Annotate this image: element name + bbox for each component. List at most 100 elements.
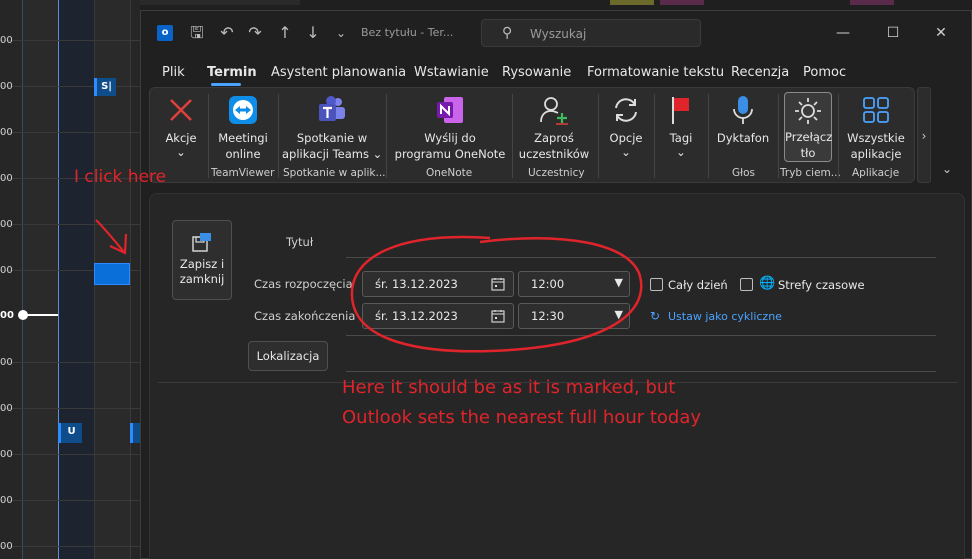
refresh-icon: [615, 98, 637, 122]
hour-label: 00: [0, 127, 13, 138]
title-bar: o 🖫 ↶ ↷ ↑ ↓ ⌄ Bez tytułu - Ter... ⚲ Wysz…: [141, 11, 972, 55]
hour-label: 00: [0, 449, 13, 460]
ribbon-scroll-right-icon[interactable]: ›: [917, 87, 931, 183]
options-button[interactable]: Opcje ⌄: [602, 94, 650, 160]
tab-plik[interactable]: Plik: [162, 65, 185, 80]
current-time-dot: [18, 310, 28, 320]
minimize-button[interactable]: —: [831, 21, 855, 45]
tab-asystent-planowania[interactable]: Asystent planowania: [271, 65, 406, 80]
onenote-icon: [437, 97, 463, 123]
group-label-teamviewer: TeamViewer: [211, 167, 275, 179]
dictate-label: Dyktafon: [716, 131, 770, 145]
tab-pomoc[interactable]: Pomoc: [803, 65, 846, 80]
sun-icon: [795, 98, 821, 124]
customize-toolbar-icon[interactable]: ⌄: [331, 23, 351, 43]
send-to-onenote-label2: programu OneNote: [394, 147, 506, 161]
dictate-button[interactable]: Dyktafon: [712, 94, 774, 146]
background-window-edge: [140, 0, 300, 5]
switch-background-button[interactable]: Przełącz tło: [784, 92, 832, 162]
selected-time-slot[interactable]: [94, 263, 130, 285]
group-label-apps: Aplikacje: [852, 167, 900, 179]
hour-gridline: [0, 500, 140, 501]
tab-recenzja[interactable]: Recenzja: [731, 65, 789, 80]
ribbon-separator: [278, 94, 279, 178]
annotation-arrow-icon: [95, 219, 128, 255]
time-zones-label: Strefy czasowe: [778, 278, 865, 292]
all-apps-button[interactable]: Wszystkie aplikacje: [842, 94, 910, 162]
calendar-event[interactable]: U: [58, 423, 82, 443]
add-person-icon: [540, 97, 568, 125]
all-day-label: Cały dzień: [668, 278, 728, 292]
maximize-button[interactable]: ☐: [881, 21, 905, 45]
teams-meeting-button[interactable]: Spotkanie w aplikacji Teams ⌄: [282, 94, 382, 162]
hour-label: 00: [0, 265, 13, 276]
ribbon-separator: [708, 94, 709, 178]
tab-rysowanie[interactable]: Rysowanie: [502, 65, 571, 80]
ribbon-separator: [208, 94, 209, 178]
meetings-online-label2: online: [225, 147, 261, 161]
calendar-column-today: [58, 0, 94, 559]
hour-gridline: [0, 546, 140, 547]
next-item-icon[interactable]: ↓: [303, 23, 323, 43]
hour-label: 00: [0, 219, 13, 230]
teams-meeting-label: Spotkanie w: [296, 131, 368, 145]
redo-icon[interactable]: ↷: [245, 23, 265, 43]
save-label-2: zamknij: [179, 272, 225, 286]
close-x-icon: [170, 99, 192, 121]
ribbon: Akcje ⌄ Meetingi online TeamViewer Spotk…: [149, 87, 915, 183]
ribbon-separator: [386, 94, 387, 178]
location-button[interactable]: Lokalizacja: [248, 341, 328, 371]
tab-formatowanie-tekstu[interactable]: Formatowanie tekstu: [587, 65, 724, 80]
meetings-online-label: Meetingi: [218, 131, 268, 145]
hour-gridline: [0, 86, 140, 87]
hour-gridline: [0, 362, 140, 363]
ribbon-separator: [778, 94, 779, 178]
background-calendar: 00 00 00 00 00 00 00 00 00 00 00 00 S| U: [0, 0, 140, 559]
close-button[interactable]: ✕: [929, 21, 953, 45]
calendar-event[interactable]: [130, 423, 140, 443]
undo-icon[interactable]: ↶: [217, 23, 237, 43]
flag-icon: [672, 97, 689, 124]
search-icon: ⚲: [502, 25, 513, 41]
background-window-edge: [850, 0, 894, 5]
send-to-onenote-button[interactable]: Wyślij do programu OneNote: [390, 94, 510, 162]
active-tab-indicator: [211, 83, 241, 86]
save-and-close-button[interactable]: Zapisz i zamknij: [172, 220, 232, 300]
teams-icon: [319, 96, 345, 121]
previous-item-icon[interactable]: ↑: [275, 23, 295, 43]
calendar-event-label: U: [67, 426, 76, 437]
hour-label: 00: [0, 357, 13, 368]
hour-label: 00: [0, 495, 13, 506]
switch-background-label: Przełącz: [785, 130, 833, 144]
hour-label: 00: [0, 403, 13, 414]
tags-button[interactable]: Tagi ⌄: [658, 94, 704, 160]
make-recurring-link[interactable]: Ustaw jako cykliczne: [668, 310, 782, 323]
invite-attendees-label: Zaproś: [534, 131, 574, 145]
group-label-dark-mode: Tryb ciem...: [780, 167, 841, 179]
invite-attendees-button[interactable]: Zaproś uczestników: [516, 94, 592, 162]
window-title: Bez tytułu - Ter...: [361, 26, 454, 39]
title-label: Tytuł: [286, 235, 314, 249]
column-divider: [58, 0, 59, 559]
switch-background-label2: tło: [800, 146, 816, 160]
options-dropdown: ⌄: [621, 145, 631, 159]
save-label-1: Zapisz i: [179, 257, 225, 271]
tab-termin[interactable]: Termin: [207, 65, 257, 80]
search-input[interactable]: ⚲ Wyszukaj: [481, 19, 701, 47]
group-label-voice: Głos: [732, 167, 756, 179]
meetings-online-button[interactable]: Meetingi online: [210, 94, 276, 162]
actions-button[interactable]: Akcje ⌄: [158, 94, 204, 160]
ribbon-collapse-icon[interactable]: ⌄: [935, 157, 959, 181]
hour-gridline: [0, 40, 140, 41]
save-icon[interactable]: 🖫: [187, 23, 207, 43]
group-label-teams: Spotkanie w aplik...: [283, 167, 386, 179]
annotation-note-line1: Here it should be as it is marked, but: [342, 377, 676, 398]
send-to-onenote-label: Wyślij do: [424, 131, 476, 145]
time-zones-checkbox[interactable]: [740, 278, 753, 291]
group-label-attendees: Uczestnicy: [528, 167, 585, 179]
calendar-column: [22, 0, 58, 559]
annotation-ellipse: [350, 235, 643, 353]
calendar-event[interactable]: S|: [94, 78, 116, 96]
tab-wstawianie[interactable]: Wstawianie: [414, 65, 489, 80]
save-close-icon: [192, 233, 211, 252]
